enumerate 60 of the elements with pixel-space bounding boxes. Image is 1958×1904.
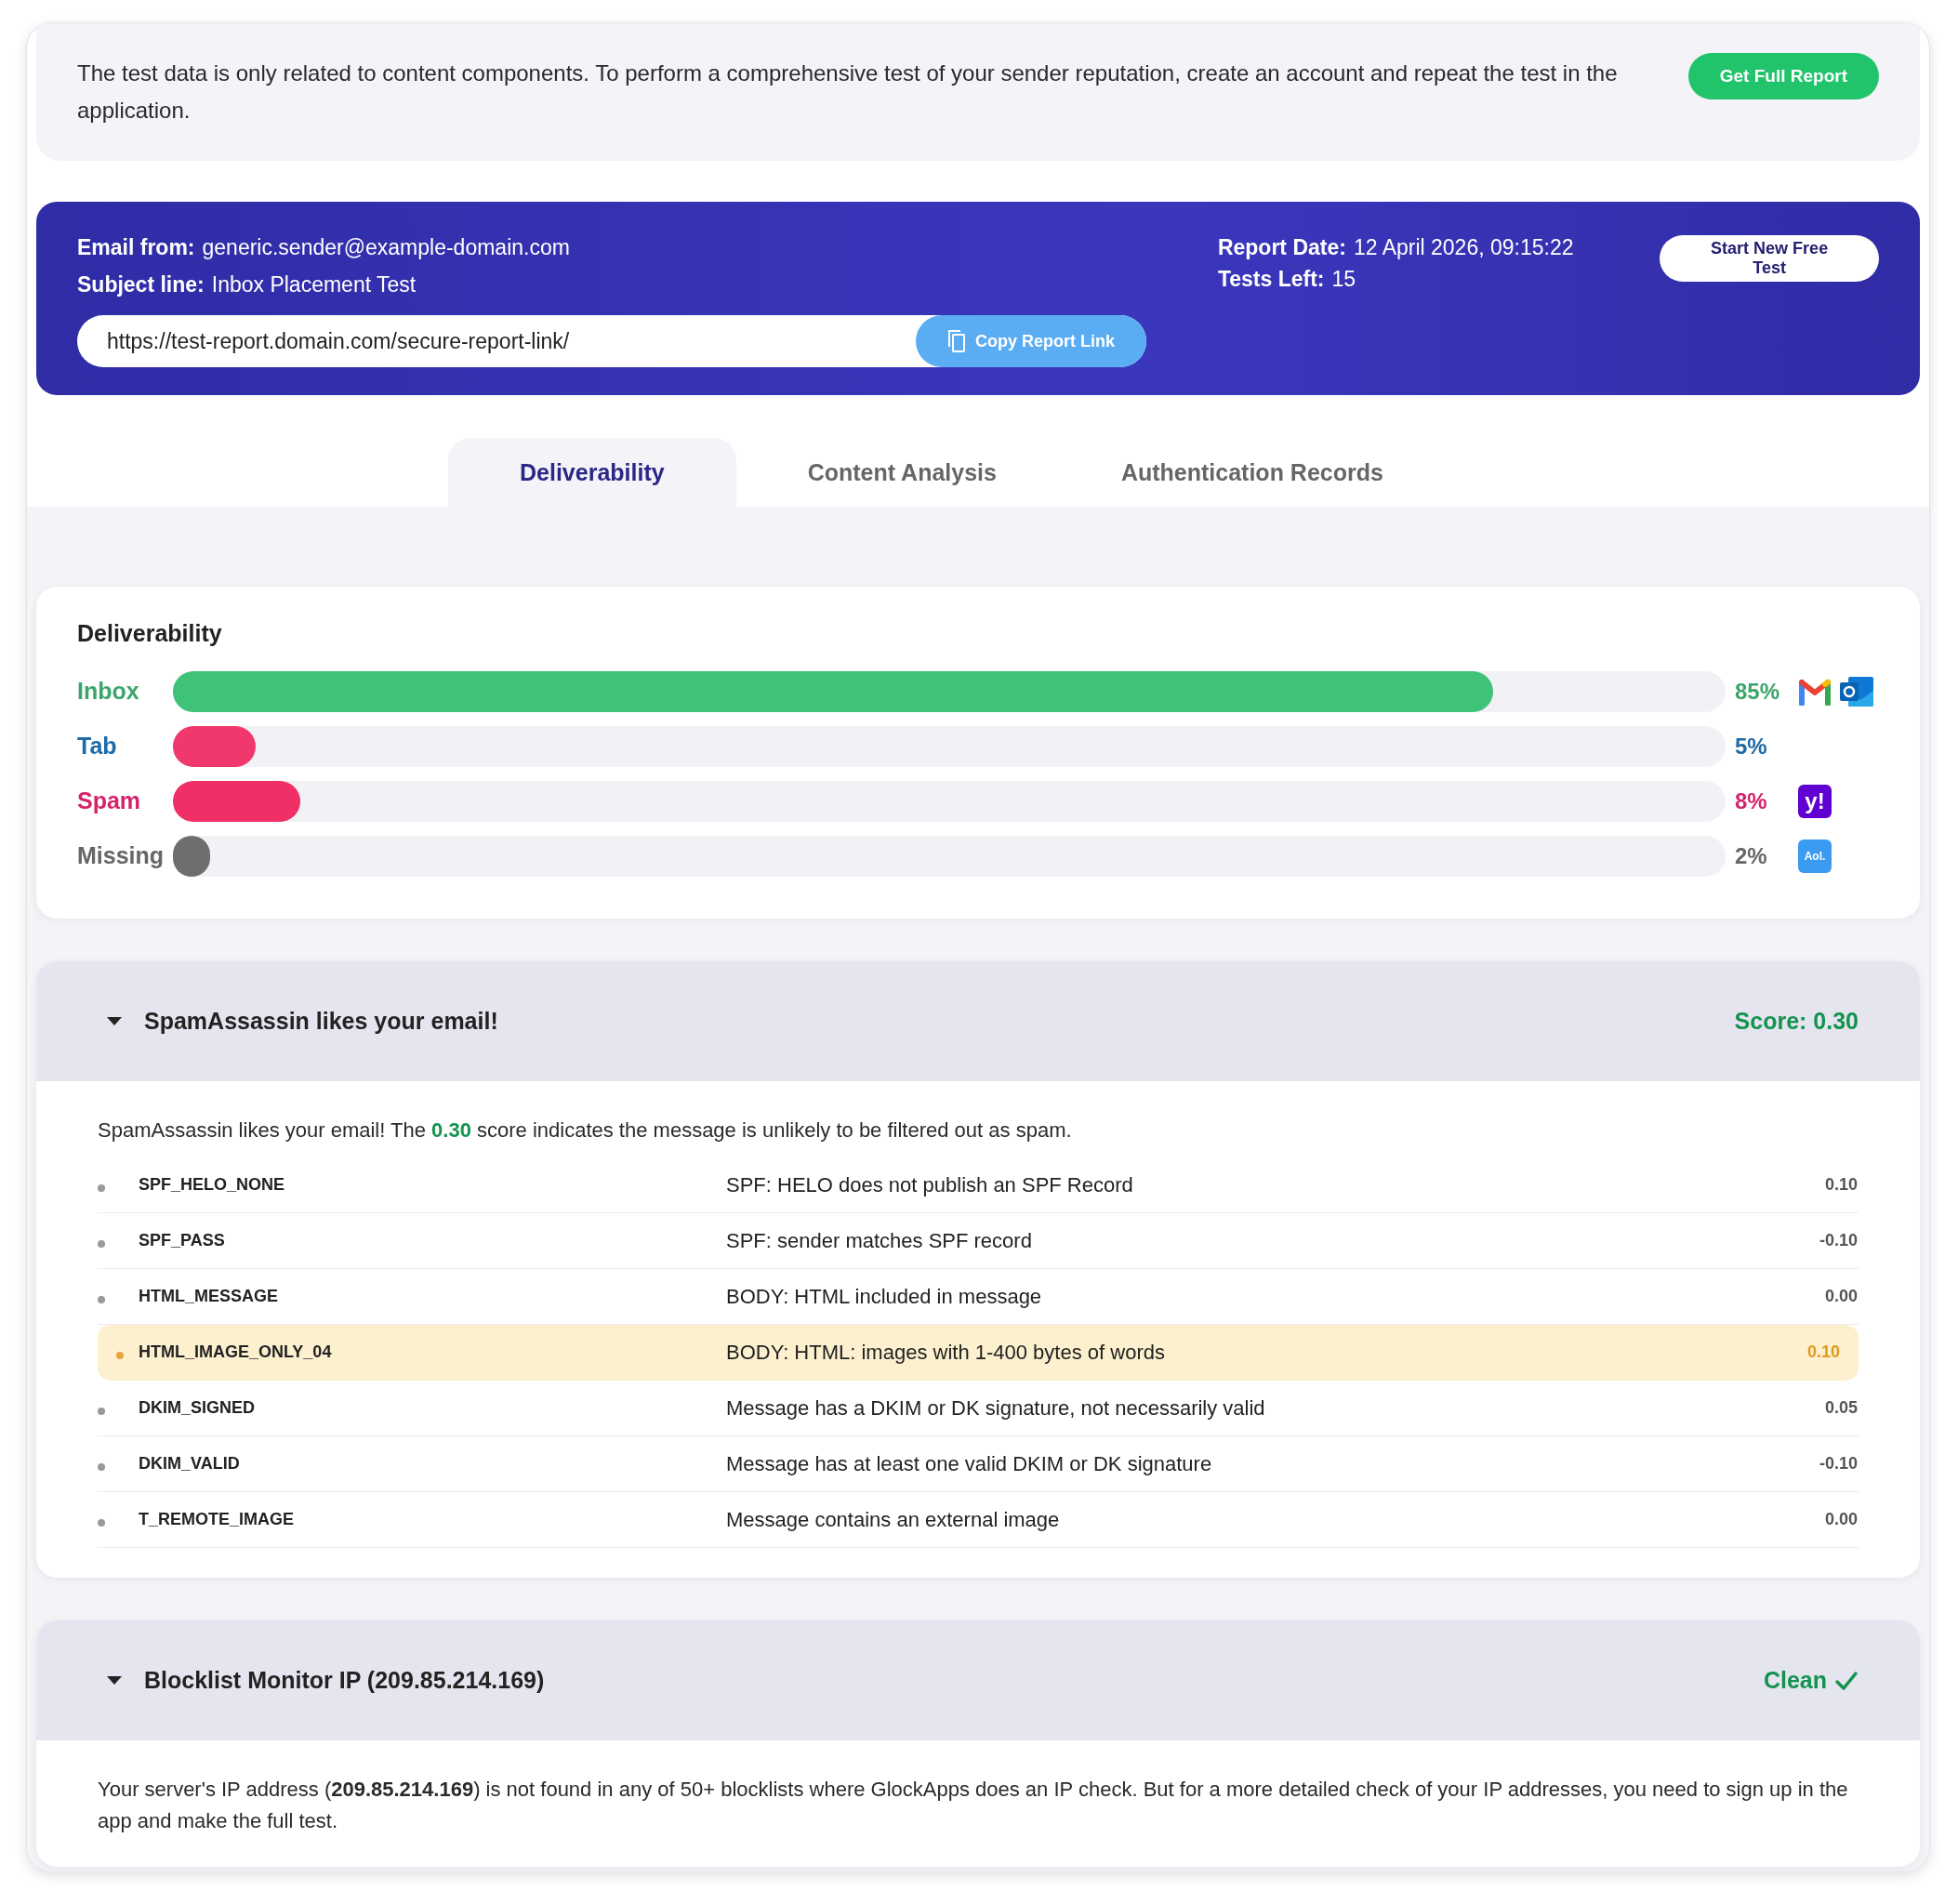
row-label: Spam bbox=[77, 787, 142, 814]
section-title: Blocklist Monitor IP (209.85.214.169) bbox=[144, 1667, 546, 1694]
rule-name: SPF_HELO_NONE bbox=[138, 1157, 725, 1213]
score-value: Score: 0.30 bbox=[1734, 1008, 1859, 1035]
rule-score: 0.00 bbox=[1758, 1268, 1859, 1325]
percent-value: 5% bbox=[1735, 733, 1768, 760]
checkmark-icon bbox=[1834, 1670, 1859, 1691]
section-title: SpamAssassin likes your email! bbox=[144, 1008, 499, 1035]
notice-text: The test data is only related to content components. To perform a comprehensive test of your sender reputation, create an account and repeat the test in the application. bbox=[77, 60, 1619, 125]
envelope-icon bbox=[1839, 675, 1874, 707]
field-label: Tests Left: bbox=[1217, 267, 1325, 291]
rule-score: 0.10 bbox=[1758, 1157, 1859, 1213]
rule-score: 0.10 bbox=[1758, 1324, 1859, 1381]
rule-description: SPF: HELO does not publish an SPF Record bbox=[725, 1157, 1759, 1213]
section-header[interactable]: SpamAssassin likes your email! Score: 0.30 bbox=[36, 961, 1920, 1081]
caret-icon[interactable] bbox=[107, 1676, 122, 1685]
percent-value: 8% bbox=[1735, 787, 1768, 814]
percent-value: 85% bbox=[1735, 678, 1781, 705]
m-mail-icon bbox=[1798, 677, 1832, 706]
rule-name: HTML_IMAGE_ONLY_04 bbox=[138, 1324, 725, 1381]
rule-description: BODY: HTML: images with 1-400 bytes of words bbox=[725, 1324, 1759, 1381]
field-value: Inbox Placement Test bbox=[211, 272, 417, 297]
rule-name: DKIM_VALID bbox=[138, 1435, 725, 1492]
rule-score: 0.05 bbox=[1758, 1380, 1859, 1436]
report-link-field[interactable]: https://test-report.domain.com/secure-report-link/ Copy Report Link bbox=[77, 315, 1146, 367]
section-description: Your server's IP address (209.85.214.169) is not found in any of 50+ blocklists where GlockApps does an IP check. But for a more detailed check of your IP addresses, you need to sign up in the app and make the full test. bbox=[98, 1777, 1849, 1834]
field-label: Report Date: bbox=[1217, 235, 1346, 259]
field-value: 15 bbox=[1331, 267, 1356, 291]
rule-score: -0.10 bbox=[1758, 1435, 1859, 1492]
rule-description: BODY: HTML included in message bbox=[725, 1268, 1759, 1325]
row-label: Tab bbox=[77, 733, 118, 760]
tab[interactable]: Deliverability bbox=[448, 438, 736, 507]
field-value: generic.sender@example-domain.com bbox=[202, 235, 570, 259]
section-description: SpamAssassin likes your email! The 0.30 score indicates the message is unlikely to be filtered out as spam. bbox=[98, 1117, 1073, 1144]
aol-logo-icon: Aol. bbox=[1798, 839, 1832, 873]
section-header[interactable]: Blocklist Monitor IP (209.85.214.169) Clean bbox=[36, 1620, 1920, 1740]
rule-name: HTML_MESSAGE bbox=[138, 1268, 725, 1325]
caret-icon[interactable] bbox=[107, 1017, 122, 1025]
start-new-test-button[interactable]: Start New Free Test bbox=[1660, 235, 1879, 282]
rule-name: T_REMOTE_IMAGE bbox=[138, 1491, 725, 1548]
tab[interactable]: Content Analysis bbox=[754, 438, 1050, 507]
field-label: Email from: bbox=[77, 235, 195, 259]
tab[interactable]: Authentication Records bbox=[1067, 438, 1436, 507]
rule-name: SPF_PASS bbox=[138, 1212, 725, 1269]
status-value: Clean bbox=[1763, 1667, 1827, 1694]
y-logo-icon: y! bbox=[1798, 784, 1832, 818]
copy-icon bbox=[947, 329, 966, 353]
rule-description: Message has at least one valid DKIM or DK signature bbox=[725, 1435, 1759, 1492]
field-value: 12 April 2026, 09:15:22 bbox=[1353, 235, 1574, 259]
row-label: Missing bbox=[77, 842, 165, 869]
row-label: Inbox bbox=[77, 678, 140, 705]
card-title: Deliverability bbox=[77, 620, 223, 647]
rule-description: Message contains an external image bbox=[725, 1491, 1759, 1548]
rule-name: DKIM_SIGNED bbox=[138, 1380, 725, 1436]
rule-score: 0.00 bbox=[1758, 1491, 1859, 1548]
rule-score: -0.10 bbox=[1758, 1212, 1859, 1269]
field-label: Subject line: bbox=[77, 272, 205, 297]
rule-description: SPF: sender matches SPF record bbox=[725, 1212, 1759, 1269]
rule-description: Message has a DKIM or DK signature, not necessarily valid bbox=[725, 1380, 1759, 1436]
percent-value: 2% bbox=[1735, 842, 1768, 869]
